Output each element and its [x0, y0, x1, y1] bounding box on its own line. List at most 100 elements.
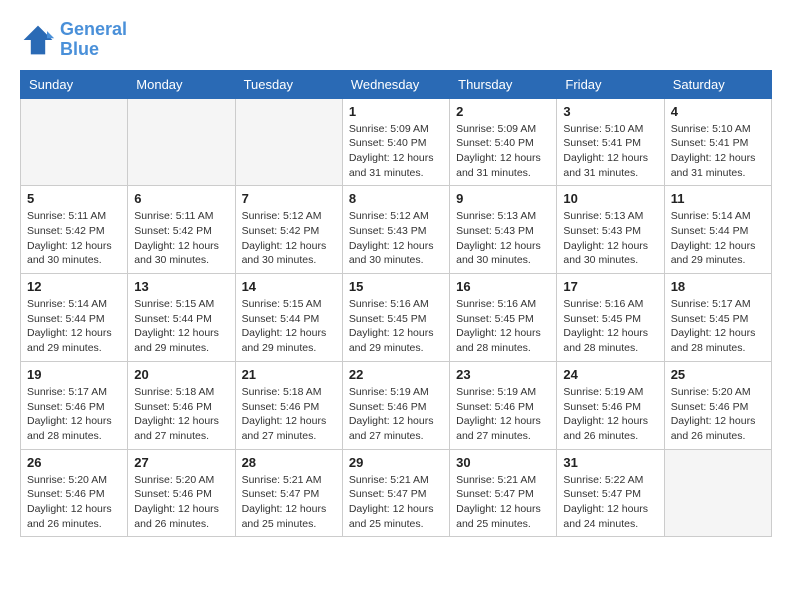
day-info: Sunrise: 5:20 AMSunset: 5:46 PMDaylight:… [134, 473, 228, 532]
day-info: Sunrise: 5:21 AMSunset: 5:47 PMDaylight:… [242, 473, 336, 532]
day-info: Sunrise: 5:18 AMSunset: 5:46 PMDaylight:… [134, 385, 228, 444]
day-number: 14 [242, 279, 336, 294]
day-number: 1 [349, 104, 443, 119]
day-info: Sunrise: 5:17 AMSunset: 5:46 PMDaylight:… [27, 385, 121, 444]
day-info: Sunrise: 5:16 AMSunset: 5:45 PMDaylight:… [349, 297, 443, 356]
calendar-day-cell: 7 Sunrise: 5:12 AMSunset: 5:42 PMDaylight… [235, 186, 342, 274]
day-number: 27 [134, 455, 228, 470]
day-info: Sunrise: 5:11 AMSunset: 5:42 PMDaylight:… [27, 209, 121, 268]
weekday-header: Wednesday [342, 70, 449, 98]
day-info: Sunrise: 5:14 AMSunset: 5:44 PMDaylight:… [671, 209, 765, 268]
calendar-day-cell: 5 Sunrise: 5:11 AMSunset: 5:42 PMDaylight… [21, 186, 128, 274]
calendar-day-cell: 22 Sunrise: 5:19 AMSunset: 5:46 PMDayligh… [342, 361, 449, 449]
calendar-day-cell [128, 98, 235, 186]
weekday-header: Monday [128, 70, 235, 98]
day-info: Sunrise: 5:12 AMSunset: 5:42 PMDaylight:… [242, 209, 336, 268]
day-number: 12 [27, 279, 121, 294]
calendar-day-cell: 3 Sunrise: 5:10 AMSunset: 5:41 PMDaylight… [557, 98, 664, 186]
day-number: 22 [349, 367, 443, 382]
day-number: 31 [563, 455, 657, 470]
day-info: Sunrise: 5:21 AMSunset: 5:47 PMDaylight:… [349, 473, 443, 532]
day-info: Sunrise: 5:21 AMSunset: 5:47 PMDaylight:… [456, 473, 550, 532]
day-number: 5 [27, 191, 121, 206]
calendar-week-row: 12 Sunrise: 5:14 AMSunset: 5:44 PMDayligh… [21, 274, 772, 362]
calendar-day-cell: 16 Sunrise: 5:16 AMSunset: 5:45 PMDayligh… [450, 274, 557, 362]
calendar-table: SundayMondayTuesdayWednesdayThursdayFrid… [20, 70, 772, 538]
page-header: General Blue [20, 20, 772, 60]
calendar-day-cell: 17 Sunrise: 5:16 AMSunset: 5:45 PMDayligh… [557, 274, 664, 362]
calendar-day-cell: 27 Sunrise: 5:20 AMSunset: 5:46 PMDayligh… [128, 449, 235, 537]
day-number: 20 [134, 367, 228, 382]
weekday-header: Tuesday [235, 70, 342, 98]
day-number: 24 [563, 367, 657, 382]
day-info: Sunrise: 5:15 AMSunset: 5:44 PMDaylight:… [242, 297, 336, 356]
calendar-day-cell [235, 98, 342, 186]
day-info: Sunrise: 5:20 AMSunset: 5:46 PMDaylight:… [27, 473, 121, 532]
day-info: Sunrise: 5:18 AMSunset: 5:46 PMDaylight:… [242, 385, 336, 444]
calendar-day-cell: 21 Sunrise: 5:18 AMSunset: 5:46 PMDayligh… [235, 361, 342, 449]
calendar-day-cell: 14 Sunrise: 5:15 AMSunset: 5:44 PMDayligh… [235, 274, 342, 362]
logo: General Blue [20, 20, 127, 60]
day-number: 7 [242, 191, 336, 206]
day-number: 10 [563, 191, 657, 206]
day-info: Sunrise: 5:19 AMSunset: 5:46 PMDaylight:… [349, 385, 443, 444]
calendar-day-cell: 26Sunrise: 5:20 AMSunset: 5:46 PMDayligh… [21, 449, 128, 537]
day-info: Sunrise: 5:16 AMSunset: 5:45 PMDaylight:… [456, 297, 550, 356]
day-info: Sunrise: 5:22 AMSunset: 5:47 PMDaylight:… [563, 473, 657, 532]
day-number: 18 [671, 279, 765, 294]
day-number: 25 [671, 367, 765, 382]
calendar-week-row: 1 Sunrise: 5:09 AMSunset: 5:40 PMDaylight… [21, 98, 772, 186]
calendar-week-row: 26Sunrise: 5:20 AMSunset: 5:46 PMDayligh… [21, 449, 772, 537]
day-number: 28 [242, 455, 336, 470]
day-info: Sunrise: 5:20 AMSunset: 5:46 PMDaylight:… [671, 385, 765, 444]
calendar-day-cell: 29 Sunrise: 5:21 AMSunset: 5:47 PMDayligh… [342, 449, 449, 537]
logo-text: General Blue [60, 20, 127, 60]
calendar-week-row: 19 Sunrise: 5:17 AMSunset: 5:46 PMDayligh… [21, 361, 772, 449]
calendar-day-cell [664, 449, 771, 537]
day-info: Sunrise: 5:12 AMSunset: 5:43 PMDaylight:… [349, 209, 443, 268]
day-info: Sunrise: 5:15 AMSunset: 5:44 PMDaylight:… [134, 297, 228, 356]
day-number: 9 [456, 191, 550, 206]
day-number: 19 [27, 367, 121, 382]
calendar-day-cell: 23Sunrise: 5:19 AMSunset: 5:46 PMDayligh… [450, 361, 557, 449]
day-info: Sunrise: 5:17 AMSunset: 5:45 PMDaylight:… [671, 297, 765, 356]
day-info: Sunrise: 5:09 AMSunset: 5:40 PMDaylight:… [349, 122, 443, 181]
day-number: 4 [671, 104, 765, 119]
day-number: 29 [349, 455, 443, 470]
weekday-header: Thursday [450, 70, 557, 98]
day-number: 8 [349, 191, 443, 206]
weekday-header: Saturday [664, 70, 771, 98]
calendar-day-cell: 4 Sunrise: 5:10 AMSunset: 5:41 PMDaylight… [664, 98, 771, 186]
calendar-day-cell [21, 98, 128, 186]
day-info: Sunrise: 5:13 AMSunset: 5:43 PMDaylight:… [563, 209, 657, 268]
calendar-day-cell: 19 Sunrise: 5:17 AMSunset: 5:46 PMDayligh… [21, 361, 128, 449]
day-info: Sunrise: 5:10 AMSunset: 5:41 PMDaylight:… [563, 122, 657, 181]
day-number: 21 [242, 367, 336, 382]
day-info: Sunrise: 5:13 AMSunset: 5:43 PMDaylight:… [456, 209, 550, 268]
day-number: 3 [563, 104, 657, 119]
calendar-day-cell: 25 Sunrise: 5:20 AMSunset: 5:46 PMDayligh… [664, 361, 771, 449]
day-info: Sunrise: 5:19 AMSunset: 5:46 PMDaylight:… [563, 385, 657, 444]
calendar-week-row: 5 Sunrise: 5:11 AMSunset: 5:42 PMDaylight… [21, 186, 772, 274]
calendar-day-cell: 12 Sunrise: 5:14 AMSunset: 5:44 PMDayligh… [21, 274, 128, 362]
calendar-day-cell: 28 Sunrise: 5:21 AMSunset: 5:47 PMDayligh… [235, 449, 342, 537]
weekday-header: Friday [557, 70, 664, 98]
weekday-header: Sunday [21, 70, 128, 98]
calendar-day-cell: 31 Sunrise: 5:22 AMSunset: 5:47 PMDayligh… [557, 449, 664, 537]
day-number: 15 [349, 279, 443, 294]
day-info: Sunrise: 5:10 AMSunset: 5:41 PMDaylight:… [671, 122, 765, 181]
day-info: Sunrise: 5:16 AMSunset: 5:45 PMDaylight:… [563, 297, 657, 356]
calendar-day-cell: 8 Sunrise: 5:12 AMSunset: 5:43 PMDaylight… [342, 186, 449, 274]
day-number: 11 [671, 191, 765, 206]
calendar-day-cell: 9 Sunrise: 5:13 AMSunset: 5:43 PMDaylight… [450, 186, 557, 274]
day-info: Sunrise: 5:14 AMSunset: 5:44 PMDaylight:… [27, 297, 121, 356]
day-number: 13 [134, 279, 228, 294]
day-number: 30 [456, 455, 550, 470]
day-info: Sunrise: 5:11 AMSunset: 5:42 PMDaylight:… [134, 209, 228, 268]
day-number: 16 [456, 279, 550, 294]
day-number: 17 [563, 279, 657, 294]
calendar-day-cell: 18 Sunrise: 5:17 AMSunset: 5:45 PMDayligh… [664, 274, 771, 362]
calendar-day-cell: 24 Sunrise: 5:19 AMSunset: 5:46 PMDayligh… [557, 361, 664, 449]
calendar-header-row: SundayMondayTuesdayWednesdayThursdayFrid… [21, 70, 772, 98]
calendar-day-cell: 15 Sunrise: 5:16 AMSunset: 5:45 PMDayligh… [342, 274, 449, 362]
